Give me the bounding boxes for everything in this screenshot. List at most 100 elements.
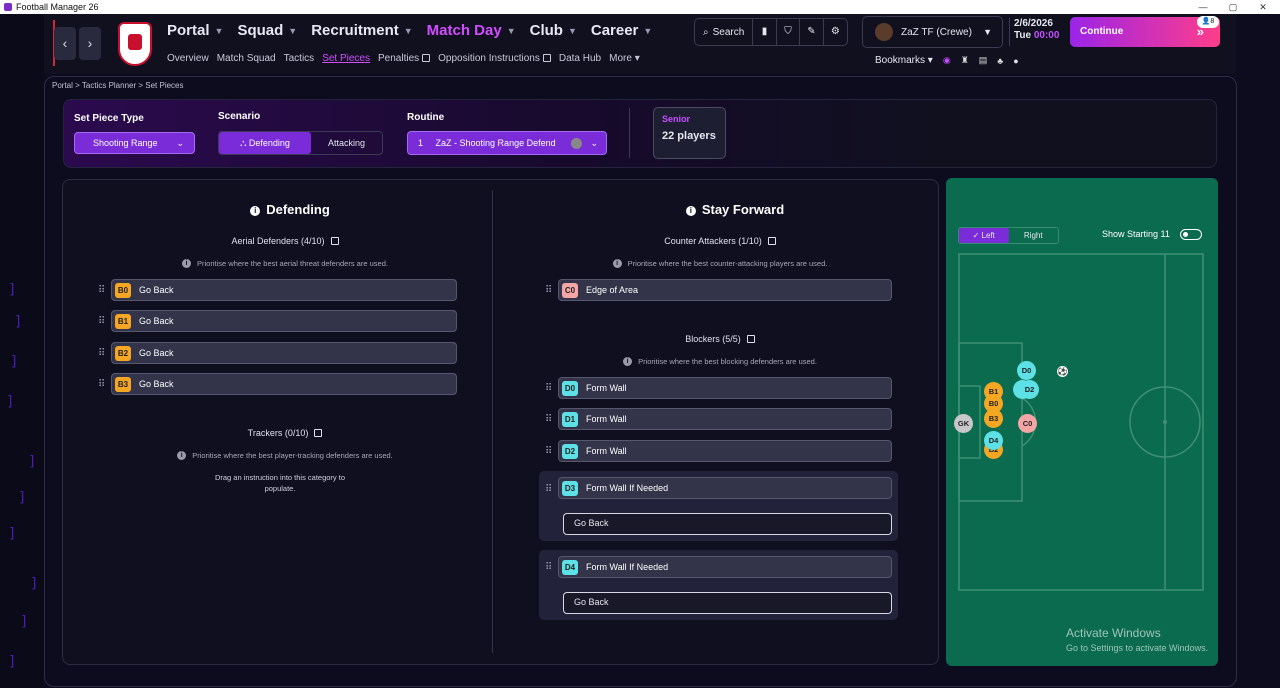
club-crest[interactable] xyxy=(118,22,152,66)
breadcrumb-portal[interactable]: Portal xyxy=(52,81,73,90)
squad-type: Senior xyxy=(662,114,691,124)
instruction-row[interactable]: B2 Go Back xyxy=(111,342,457,364)
nav-club[interactable]: Club ▼ xyxy=(530,22,577,39)
inbox-badge[interactable]: 👤8 xyxy=(1197,16,1219,28)
trackers-heading[interactable]: Trackers (0/10) xyxy=(160,428,410,438)
instruction-row[interactable]: D3 Form Wall If Needed xyxy=(558,477,892,499)
external-link-icon xyxy=(746,335,755,343)
back-button[interactable]: ‹ xyxy=(54,27,76,60)
instruction-label: Go Back xyxy=(139,285,174,295)
column-divider xyxy=(492,190,493,653)
drag-handle-icon[interactable]: ⠿ xyxy=(98,316,106,328)
player-chip[interactable]: D0 xyxy=(1017,361,1036,380)
aerial-defenders-heading[interactable]: Aerial Defenders (4/10) xyxy=(160,236,410,246)
aerial-hint-text: Prioritise where the best aerial threat … xyxy=(197,259,388,268)
position-tag: D2 xyxy=(562,443,578,459)
check-icon: ✓ xyxy=(972,231,982,240)
show-starting-toggle[interactable] xyxy=(1180,229,1202,240)
clipboard-icon[interactable]: ▤ xyxy=(979,55,988,66)
player-chip[interactable]: D4 xyxy=(984,431,1003,450)
instruction-row[interactable]: B0 Go Back xyxy=(111,279,457,301)
info-icon[interactable]: i xyxy=(685,206,696,216)
nav-portal-label: Portal xyxy=(167,22,210,39)
fallback-option[interactable]: Go Back xyxy=(563,513,892,535)
cup-icon[interactable]: ♜ xyxy=(961,55,969,66)
chat-icon[interactable]: ◉ xyxy=(943,55,951,66)
instruction-row[interactable]: D4 Form Wall If Needed xyxy=(558,556,892,578)
routine-select[interactable]: 1 ZaZ - Shooting Range Defend ⌄ xyxy=(407,131,607,155)
avatar xyxy=(875,23,893,41)
instruction-row[interactable]: B1 Go Back xyxy=(111,310,457,332)
nav-recruitment[interactable]: Recruitment ▼ xyxy=(311,22,412,39)
drag-handle-icon[interactable]: ⠿ xyxy=(98,285,106,297)
player-chip[interactable]: D2 xyxy=(1020,380,1039,399)
ball-icon[interactable]: ● xyxy=(1013,56,1018,66)
tab-match-squad[interactable]: Match Squad xyxy=(217,53,276,64)
nav-career[interactable]: Career ▼ xyxy=(591,22,652,39)
side-left[interactable]: ✓ Left xyxy=(959,228,1009,243)
player-chip[interactable]: GK xyxy=(954,414,973,433)
side-toggle: ✓ Left Right xyxy=(958,227,1059,244)
instruction-row[interactable]: D1 Form Wall xyxy=(558,408,892,430)
maximize-button[interactable]: ▢ xyxy=(1218,0,1248,14)
drag-handle-icon[interactable]: ⠿ xyxy=(545,414,553,426)
pen-icon[interactable]: ✎ xyxy=(800,19,824,45)
bookmarks-menu[interactable]: Bookmarks ▾ xyxy=(875,55,933,66)
gear-icon[interactable]: ⚙ xyxy=(824,19,847,45)
drag-handle-icon[interactable]: ⠿ xyxy=(545,383,553,395)
tab-data-hub[interactable]: Data Hub xyxy=(559,53,601,64)
info-icon: i xyxy=(177,451,187,460)
drag-handle-icon[interactable]: ⠿ xyxy=(545,446,553,458)
scenario-defending[interactable]: ⛬ Defending xyxy=(219,132,311,154)
continue-label: Continue xyxy=(1080,26,1124,37)
blockers-heading[interactable]: Blockers (5/5) xyxy=(595,334,845,344)
set-piece-type-select[interactable]: Shooting Range ⌄ xyxy=(74,132,195,154)
fallback-option[interactable]: Go Back xyxy=(563,592,892,614)
tab-tactics[interactable]: Tactics xyxy=(284,53,315,64)
player-chip[interactable]: B3 xyxy=(984,409,1003,428)
instruction-row[interactable]: D2 Form Wall xyxy=(558,440,892,462)
nav-squad[interactable]: Squad ▼ xyxy=(237,22,297,39)
tab-penalties[interactable]: Penalties xyxy=(378,53,431,64)
drag-handle-icon[interactable]: ⠿ xyxy=(98,348,106,360)
minimize-button[interactable]: — xyxy=(1188,0,1218,14)
tab-penalties-label: Penalties xyxy=(378,53,420,64)
external-link-icon xyxy=(314,429,323,437)
search-button[interactable]: ⌕ Search xyxy=(695,19,754,45)
nav-match-day[interactable]: Match Day ▼ xyxy=(427,22,516,39)
window-titlebar: Football Manager 26 xyxy=(0,0,1280,14)
nav-portal[interactable]: Portal ▼ xyxy=(167,22,223,39)
side-right[interactable]: Right xyxy=(1009,228,1059,243)
tab-set-pieces[interactable]: Set Pieces xyxy=(322,53,370,64)
tab-opposition-instructions[interactable]: Opposition Instructions xyxy=(438,53,551,64)
drag-handle-icon[interactable]: ⠿ xyxy=(545,285,553,297)
player-chip[interactable]: C0 xyxy=(1018,414,1037,433)
stay-forward-title: Stay Forward xyxy=(701,202,785,217)
tab-overview[interactable]: Overview xyxy=(167,53,209,64)
manager-menu[interactable]: ZaZ TF (Crewe) ▼ xyxy=(862,16,1003,48)
tactics-icon[interactable]: ♣ xyxy=(997,56,1003,66)
tab-more[interactable]: More ▾ xyxy=(609,53,640,64)
close-window-button[interactable]: ✕ xyxy=(1248,0,1278,14)
center-spot xyxy=(1163,420,1167,424)
squad-selector[interactable]: Senior 22 players xyxy=(653,107,726,159)
shield-icon[interactable]: ⛉ xyxy=(777,19,801,45)
bookmark-icon[interactable]: ▮ xyxy=(753,19,777,45)
drag-handle-icon[interactable]: ⠿ xyxy=(98,379,106,391)
breadcrumb-tactics-planner[interactable]: Tactics Planner xyxy=(82,81,136,90)
counter-attackers-heading[interactable]: Counter Attackers (1/10) xyxy=(595,236,845,246)
chevron-down-icon: ▾ xyxy=(634,53,640,64)
info-icon[interactable]: i xyxy=(250,206,261,216)
drag-handle-icon[interactable]: ⠿ xyxy=(545,562,553,574)
instruction-row[interactable]: C0 Edge of Area xyxy=(558,279,892,301)
instruction-row[interactable]: B3 Go Back xyxy=(111,373,457,395)
nav-squad-label: Squad xyxy=(237,22,284,39)
position-tag: D3 xyxy=(562,480,578,496)
scenario-attacking[interactable]: Attacking xyxy=(311,132,382,154)
forward-button[interactable]: › xyxy=(79,27,101,60)
activation-watermark-subtitle: Go to Settings to activate Windows. xyxy=(1066,643,1209,653)
drag-handle-icon[interactable]: ⠿ xyxy=(545,484,553,496)
instruction-row[interactable]: D0 Form Wall xyxy=(558,377,892,399)
instruction-label: Edge of Area xyxy=(586,285,639,295)
position-tag: C0 xyxy=(562,282,578,298)
